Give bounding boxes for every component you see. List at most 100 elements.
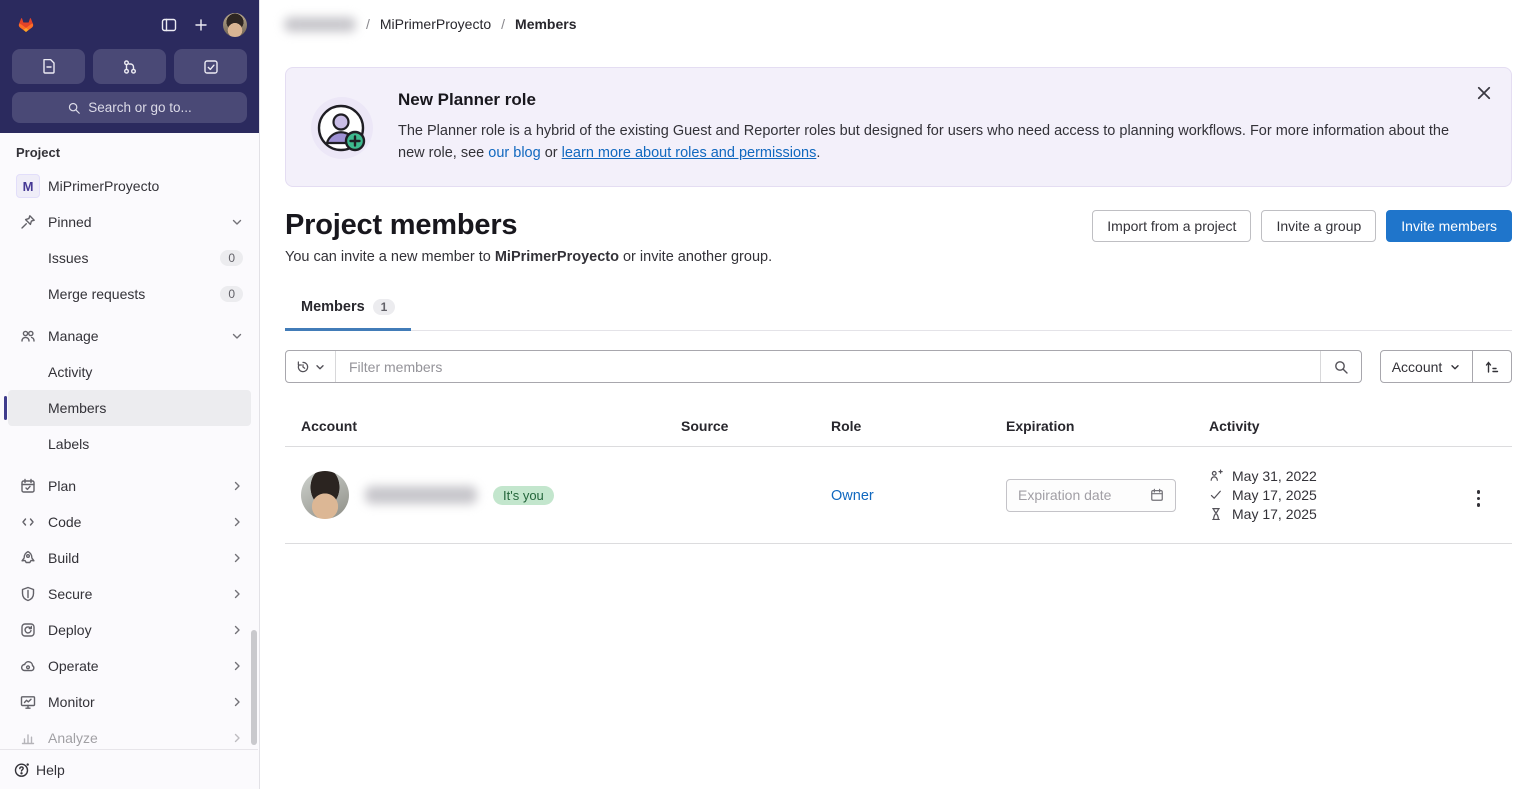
create-new-button[interactable] bbox=[191, 15, 211, 35]
sort-group: Account bbox=[1380, 350, 1512, 383]
chevron-down-icon bbox=[231, 330, 243, 342]
merge-requests-shortcut-button[interactable] bbox=[93, 49, 166, 84]
activity-user-created: May 31, 2022 bbox=[1209, 468, 1317, 484]
sidebar-header: Search or go to... bbox=[0, 0, 259, 133]
help-icon bbox=[14, 762, 30, 778]
sidebar-scrollbar-thumb[interactable] bbox=[251, 630, 257, 745]
deploy-icon bbox=[20, 622, 36, 638]
invite-group-button[interactable]: Invite a group bbox=[1261, 210, 1376, 242]
invite-members-button[interactable]: Invite members bbox=[1386, 210, 1512, 242]
sidebar-item-issues[interactable]: Issues 0 bbox=[8, 240, 251, 276]
chevron-right-icon bbox=[231, 552, 243, 564]
tab-members[interactable]: Members 1 bbox=[285, 291, 411, 331]
chevron-down-icon bbox=[314, 361, 326, 373]
history-icon bbox=[296, 360, 310, 374]
page-title: Project members bbox=[285, 209, 1092, 242]
members-count-badge: 1 bbox=[373, 299, 396, 315]
chevron-right-icon bbox=[231, 696, 243, 708]
sidebar-item-secure[interactable]: Secure bbox=[8, 576, 251, 612]
expiration-cell: Expiration date bbox=[990, 479, 1193, 512]
issues-shortcut-button[interactable] bbox=[12, 49, 85, 84]
planner-avatar-illustration bbox=[310, 96, 374, 160]
chevron-down-icon bbox=[231, 216, 243, 228]
sidebar-menu: Project M MiPrimerProyecto Pinned Issues… bbox=[0, 133, 259, 756]
sidebar: Search or go to... Project M MiPrimerPro… bbox=[0, 0, 260, 789]
shield-icon bbox=[20, 586, 36, 602]
breadcrumb-namespace-redacted[interactable] bbox=[284, 17, 356, 32]
sidebar-item-labels[interactable]: Labels bbox=[8, 426, 251, 462]
merge-request-icon bbox=[122, 59, 138, 75]
sort-direction-button[interactable] bbox=[1472, 351, 1511, 382]
chart-icon bbox=[20, 730, 36, 746]
filter-history-dropdown[interactable] bbox=[286, 351, 336, 382]
user-created-icon bbox=[1209, 469, 1223, 483]
sidebar-item-project[interactable]: M MiPrimerProyecto bbox=[8, 168, 251, 204]
search-button[interactable]: Search or go to... bbox=[12, 92, 247, 123]
filter-search-button[interactable] bbox=[1320, 351, 1361, 382]
page-subtitle: You can invite a new member to MiPrimerP… bbox=[285, 249, 1512, 265]
sidebar-toggle-button[interactable] bbox=[159, 15, 179, 35]
sidebar-item-merge-requests[interactable]: Merge requests 0 bbox=[8, 276, 251, 312]
import-from-project-button[interactable]: Import from a project bbox=[1092, 210, 1251, 242]
issues-count-badge: 0 bbox=[220, 250, 243, 266]
sidebar-item-deploy[interactable]: Deploy bbox=[8, 612, 251, 648]
account-cell: It's you bbox=[285, 471, 665, 519]
search-label: Search or go to... bbox=[88, 100, 192, 115]
breadcrumb-project-link[interactable]: MiPrimerProyecto bbox=[380, 16, 491, 32]
column-header-role: Role bbox=[815, 410, 990, 446]
column-header-account: Account bbox=[285, 410, 665, 446]
sidebar-item-monitor[interactable]: Monitor bbox=[8, 684, 251, 720]
panel-toggle-icon bbox=[161, 17, 177, 33]
role-link[interactable]: Owner bbox=[831, 488, 874, 504]
banner-blog-link[interactable]: our blog bbox=[488, 145, 540, 161]
member-avatar[interactable] bbox=[301, 471, 349, 519]
sidebar-item-members[interactable]: Members bbox=[8, 390, 251, 426]
role-cell: Owner bbox=[815, 487, 990, 504]
activity-last-activity: May 17, 2025 bbox=[1209, 506, 1317, 522]
hourglass-icon bbox=[1209, 507, 1223, 521]
filter-members-input[interactable] bbox=[336, 351, 1320, 382]
member-row: It's you Owner Expiration date bbox=[285, 447, 1512, 544]
gitlab-logo-icon[interactable] bbox=[12, 11, 40, 39]
rocket-icon bbox=[20, 550, 36, 566]
sidebar-item-manage[interactable]: Manage bbox=[8, 318, 251, 354]
pin-icon bbox=[20, 214, 36, 230]
chevron-right-icon bbox=[231, 588, 243, 600]
code-icon bbox=[20, 514, 36, 530]
user-avatar[interactable] bbox=[223, 13, 247, 37]
calendar-check-icon bbox=[20, 478, 36, 494]
sidebar-item-code[interactable]: Code bbox=[8, 504, 251, 540]
main-content: / MiPrimerProyecto / Members New Planner… bbox=[260, 0, 1536, 789]
table-header-row: Account Source Role Expiration Activity bbox=[285, 410, 1512, 447]
banner-roles-link[interactable]: learn more about roles and permissions bbox=[562, 145, 817, 161]
todo-check-icon bbox=[203, 59, 219, 75]
search-icon bbox=[67, 101, 81, 115]
member-name-redacted[interactable] bbox=[365, 486, 477, 504]
its-you-badge: It's you bbox=[493, 486, 554, 505]
members-table: Account Source Role Expiration Activity … bbox=[285, 410, 1512, 544]
banner-close-button[interactable] bbox=[1473, 82, 1495, 107]
chevron-right-icon bbox=[231, 516, 243, 528]
sort-by-dropdown[interactable]: Account bbox=[1381, 351, 1472, 382]
chevron-right-icon bbox=[231, 624, 243, 636]
gitlab-app: Search or go to... Project M MiPrimerPro… bbox=[0, 0, 1536, 789]
people-icon bbox=[20, 328, 36, 344]
members-tabs: Members 1 bbox=[285, 291, 1512, 331]
sidebar-item-build[interactable]: Build bbox=[8, 540, 251, 576]
sidebar-item-plan[interactable]: Plan bbox=[8, 468, 251, 504]
expiration-date-input[interactable]: Expiration date bbox=[1006, 479, 1176, 512]
member-actions-kebab-button[interactable] bbox=[1469, 486, 1489, 511]
sidebar-item-activity[interactable]: Activity bbox=[8, 354, 251, 390]
calendar-icon bbox=[1150, 488, 1164, 502]
banner-body: The Planner role is a hybrid of the exis… bbox=[398, 120, 1458, 164]
kebab-icon bbox=[1477, 490, 1481, 494]
sidebar-item-operate[interactable]: Operate bbox=[8, 648, 251, 684]
activity-access-granted: May 17, 2025 bbox=[1209, 487, 1317, 503]
filter-members-group bbox=[285, 350, 1362, 383]
todos-shortcut-button[interactable] bbox=[174, 49, 247, 84]
project-avatar: M bbox=[16, 174, 40, 198]
sidebar-item-pinned[interactable]: Pinned bbox=[8, 204, 251, 240]
sort-ascending-icon bbox=[1484, 359, 1500, 375]
help-button[interactable]: Help bbox=[0, 749, 258, 789]
monitor-icon bbox=[20, 694, 36, 710]
